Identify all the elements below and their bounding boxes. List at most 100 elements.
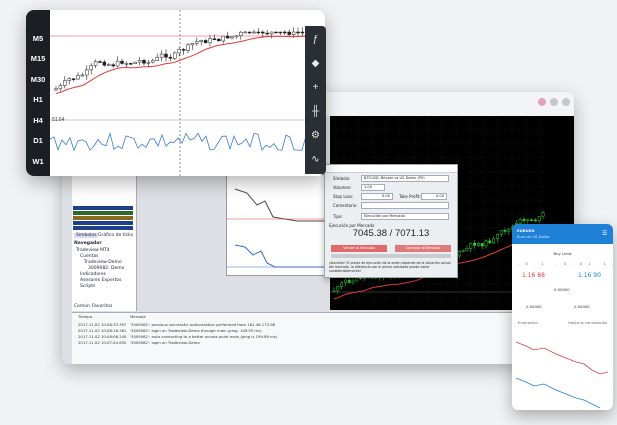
mobile-price-field[interactable]: 0.00000 [554,287,570,292]
candle-body [499,230,503,235]
takeprofit-field[interactable]: 0.00 [421,193,447,200]
mobile-order-type[interactable]: Buy Limit [512,251,613,256]
candle-body [225,35,230,39]
candle-body [269,31,274,35]
log-time: 2017.11.02 10:07:44.630 [78,340,127,345]
tab-favorites[interactable]: Favoritos [92,304,112,309]
candle-body [287,31,291,35]
candle-body [217,38,221,42]
timeframe-d1[interactable]: D1 [26,136,50,145]
tab-tick-chart[interactable]: Gráfico de ticks [98,233,133,238]
timeframe-m5[interactable]: M5 [26,34,50,43]
candle-body [457,251,461,257]
candle-body [173,52,177,59]
nav-item-scripts[interactable]: Scripts [80,284,95,289]
close-button[interactable] [562,98,570,106]
volume-label: Volumen: [333,185,352,190]
log-message: '3009082': login on Tradeview-Demo [130,340,200,345]
mobile-expiration-value[interactable]: Hasta la cancelación [568,320,607,325]
candle-body [124,63,129,65]
type-select[interactable]: Ejecución por Mercado [361,213,449,220]
candle-body [239,31,243,36]
candle-body [129,63,133,65]
volume-steppers[interactable]: -0.1 -0.01 1.00 +0.01 +0.1 [518,261,613,266]
nav-item-accounts[interactable]: Cuentas [80,254,98,259]
sell-market-button[interactable]: Vender al Mercado [331,245,387,252]
candle-body [208,38,212,44]
candle-body [340,282,344,287]
nav-item-experts[interactable]: Asesores Expertos [80,278,121,283]
candle-body [98,61,102,63]
candle-body [111,64,115,67]
candle-body [146,61,151,64]
maximize-button[interactable] [550,98,558,106]
candle-body [461,250,465,252]
minimize-button[interactable] [538,98,546,106]
dialog-titlebar [325,165,457,173]
stoploss-label: Stop Loss: [333,194,354,199]
timeframe-h1[interactable]: H1 [26,95,50,104]
navigator-header: Navegador [74,241,102,246]
candle-body [195,41,199,44]
settings-icon[interactable]: ⚙ [308,128,323,143]
comment-field[interactable] [361,202,449,209]
tab-symbols[interactable]: Símbolos [74,233,99,238]
candle-body [507,229,511,232]
execution-warning: ¡Atención! El precio de ejecución de la … [329,261,451,273]
mobile-order-screen: EURUSD Euro vs US Dollar ☰ Buy Limit -0.… [512,224,613,410]
candle-body [120,60,124,64]
symbol-select[interactable]: BTCUSD, Bitcoin vs US Dollar (P0) [361,175,449,182]
candle-body [488,240,492,244]
stoploss-field[interactable]: 0.00 [361,193,393,200]
candle-body [518,219,522,224]
log-time: 2017.11.02 10:08:06.240 [78,334,127,339]
timeframe-m15[interactable]: M15 [26,54,50,63]
timeframe-h4[interactable]: H4 [26,116,50,125]
candle-body [190,42,195,46]
candles-icon[interactable]: ╫ [308,104,323,119]
mobile-buy-price: 1.16 90 [578,272,601,279]
mobile-tp-field[interactable]: 0.00000 [574,304,590,309]
mobile-subtitle: Euro vs US Dollar [517,234,550,239]
candle-body [355,277,359,282]
card-chart-svg[interactable] [50,10,325,176]
candle-body [530,219,534,221]
candle-body [283,31,287,34]
nav-item-account[interactable]: 3009082: Demo [88,266,124,271]
nav-item-server[interactable]: Tradeview-Demo [84,260,122,265]
candle-body [58,85,63,90]
candle-body [221,35,225,42]
candle-body [522,219,526,221]
candle-body [107,64,111,66]
mobile-menu-icon[interactable]: ☰ [602,230,607,237]
shapes-icon[interactable]: ◆ [308,56,323,71]
progress-bar [331,254,451,258]
takeprofit-label: Take Profit: [399,194,421,199]
timeframe-m30[interactable]: M30 [26,75,50,84]
candle-body [495,234,499,240]
tab-common[interactable]: Común [74,304,90,309]
candle-body [296,31,300,34]
order-dialog: Símbolo: BTCUSD, Bitcoin vs US Dollar (P… [324,164,458,278]
timeframe-w1[interactable]: W1 [26,157,50,166]
candle-body [80,74,85,77]
function-icon[interactable]: ƒ [308,32,323,47]
mobile-sl-field[interactable]: 0.00000 [526,304,542,309]
timeframe-column: M5 M15 M30 H1 H4 D1 W1 [26,10,50,176]
crosshair-icon[interactable]: + [308,80,323,95]
drawing-toolbar: ƒ ◆ + ╫ ⚙ ∿ [305,26,326,174]
buy-market-button[interactable]: Comprar al Mercado [395,245,451,252]
candle-body [230,36,234,39]
candle-body [54,88,58,91]
nav-item-indicators[interactable]: Indicadores [80,272,106,277]
candle-body [89,65,93,71]
oscillator-value: 51.64 [52,117,65,123]
line-chart-icon[interactable]: ∿ [308,152,323,167]
candle-body [159,53,164,58]
candle-body [537,216,541,221]
nav-item-root[interactable]: Tradeview MT4 [76,248,110,253]
candle-body [212,38,217,40]
volume-field[interactable]: 1.00 [361,184,385,191]
candle-body [137,60,142,63]
candle-body [76,75,80,80]
